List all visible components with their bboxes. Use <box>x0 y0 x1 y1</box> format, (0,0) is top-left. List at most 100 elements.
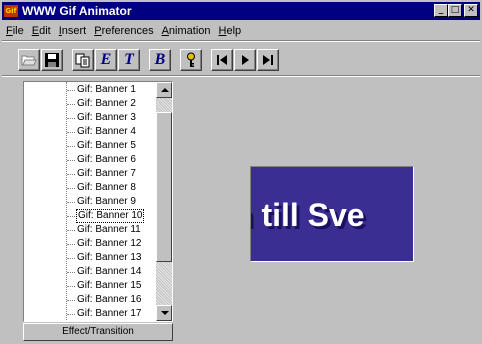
menu-help[interactable]: Help <box>215 25 246 37</box>
tree-item[interactable]: Gif: Banner 6 <box>24 153 158 167</box>
tree-item[interactable]: Gif: Banner 2 <box>24 97 158 111</box>
menu-animation[interactable]: Animation <box>158 25 215 37</box>
menu-animation-label: nimation <box>168 24 211 37</box>
tree-scrollbar[interactable] <box>156 82 172 321</box>
arrow-up-icon <box>161 88 169 92</box>
toolbar: E T B <box>18 48 280 72</box>
tree-item-label: Gif: Banner 12 <box>77 238 142 249</box>
tree-item[interactable]: Gif: Banner 12 <box>24 237 158 251</box>
tree-item[interactable]: Gif: Banner 8 <box>24 181 158 195</box>
play-icon <box>242 55 249 65</box>
tree-item[interactable]: Gif: Banner 11 <box>24 223 158 237</box>
key-button[interactable] <box>180 49 202 71</box>
tree-branch-line <box>67 258 75 259</box>
tree-branch-line <box>67 216 75 217</box>
tree-item-label: Gif: Banner 9 <box>77 196 136 207</box>
tree-item[interactable]: Gif: Banner 13 <box>24 251 158 265</box>
play-button[interactable] <box>234 49 256 71</box>
window-controls: _ □ ✕ <box>434 4 478 17</box>
menu-insert-label: nsert <box>61 24 87 37</box>
tree-branch-line <box>67 104 75 105</box>
toolbar-separator <box>2 75 480 77</box>
tree-branch-line <box>67 230 75 231</box>
tree-item-label: Gif: Banner 6 <box>77 154 136 165</box>
open-folder-icon <box>21 55 37 66</box>
insert-text-letter: T <box>124 51 134 68</box>
tree-item-label: Gif: Banner 15 <box>77 280 142 291</box>
menu-help-label: elp <box>226 24 242 37</box>
banner-letter: B <box>154 51 166 68</box>
tree-item-label: Gif: Banner 14 <box>77 266 142 277</box>
app-window: Gif WWW Gif Animator _ □ ✕ File Edit Ins… <box>0 0 482 344</box>
tree-item[interactable]: Gif: Banner 1 <box>24 83 158 97</box>
menu-preferences-mnemonic: P <box>94 24 102 37</box>
menu-animation-mnemonic: A <box>161 24 169 37</box>
effect-transition-button[interactable]: Effect/Transition <box>23 323 173 341</box>
tree-item[interactable]: Gif: Banner 5 <box>24 139 158 153</box>
tree-item-label: Gif: Banner 16 <box>77 294 142 305</box>
skip-to-last-icon <box>263 55 273 65</box>
scroll-down-button[interactable] <box>156 305 172 321</box>
tree-item[interactable]: Gif: Banner 17 <box>24 307 158 321</box>
tree-item[interactable]: Gif: Banner 4 <box>24 125 158 139</box>
scroll-thumb[interactable] <box>156 112 172 262</box>
tree-branch-line <box>67 244 75 245</box>
tree-item-label: Gif: Banner 7 <box>77 168 136 179</box>
frame-list: Gif: Banner 1 Gif: Banner 2 Gif: Banner 3 G… <box>24 83 158 321</box>
open-button[interactable] <box>18 49 40 71</box>
tree-item-label: Gif: Banner 10 <box>76 209 145 223</box>
frame-tree[interactable]: Gif: Banner 1 Gif: Banner 2 Gif: Banner 3 G… <box>23 81 173 322</box>
tree-branch-line <box>67 286 75 287</box>
tree-item[interactable]: Gif: Banner 16 <box>24 293 158 307</box>
tree-branch-line <box>67 272 75 273</box>
menu-preferences[interactable]: Preferences <box>90 25 157 37</box>
menu-insert[interactable]: Insert <box>55 25 91 37</box>
copy-pages-icon <box>75 53 90 68</box>
copy-button[interactable] <box>72 49 94 71</box>
menu-separator <box>2 40 480 42</box>
banner-preview: n till Sve <box>250 166 414 262</box>
menu-edit-label: dit <box>39 24 51 37</box>
save-button[interactable] <box>41 49 63 71</box>
menu-file-mnemonic: F <box>6 24 13 37</box>
tree-branch-line <box>67 202 75 203</box>
menu-file[interactable]: File <box>2 25 28 37</box>
maximize-button[interactable]: □ <box>448 4 462 17</box>
tree-branch-line <box>67 188 75 189</box>
menu-file-label: ile <box>12 24 24 37</box>
edit-frame-button[interactable]: E <box>95 49 117 71</box>
menu-edit[interactable]: Edit <box>28 25 55 37</box>
tree-item[interactable]: Gif: Banner 15 <box>24 279 158 293</box>
scroll-up-button[interactable] <box>156 82 172 98</box>
tree-branch-line <box>67 90 75 91</box>
title-bar[interactable]: Gif WWW Gif Animator _ □ ✕ <box>2 2 480 20</box>
arrow-down-icon <box>161 311 169 315</box>
window-title: WWW Gif Animator <box>22 4 132 18</box>
key-icon <box>187 52 195 67</box>
tree-item[interactable]: Gif: Banner 7 <box>24 167 158 181</box>
tree-item[interactable]: Gif: Banner 14 <box>24 265 158 279</box>
tree-item-label: Gif: Banner 5 <box>77 140 136 151</box>
tree-item-label: Gif: Banner 11 <box>77 224 141 235</box>
tree-item[interactable]: Gif: Banner 9 <box>24 195 158 209</box>
skip-to-first-icon <box>217 55 227 65</box>
menu-edit-mnemonic: E <box>31 24 40 37</box>
tree-branch-line <box>67 300 75 301</box>
banner-button[interactable]: B <box>149 49 171 71</box>
tree-item-label: Gif: Banner 13 <box>77 252 142 263</box>
close-button[interactable]: ✕ <box>464 4 478 17</box>
tree-item-label: Gif: Banner 4 <box>77 126 136 137</box>
first-frame-button[interactable] <box>211 49 233 71</box>
last-frame-button[interactable] <box>257 49 279 71</box>
tree-branch-line <box>67 146 75 147</box>
insert-text-button[interactable]: T <box>118 49 140 71</box>
tree-item[interactable]: Gif: Banner 10 <box>24 209 158 223</box>
banner-preview-text: n till Sve <box>251 197 365 233</box>
tree-item[interactable]: Gif: Banner 3 <box>24 111 158 125</box>
tree-branch-line <box>67 118 75 119</box>
tree-branch-line <box>67 132 75 133</box>
tree-item-label: Gif: Banner 3 <box>77 112 136 123</box>
app-icon[interactable]: Gif <box>4 5 18 17</box>
tree-item-label: Gif: Banner 1 <box>77 84 136 95</box>
minimize-button[interactable]: _ <box>434 4 448 17</box>
